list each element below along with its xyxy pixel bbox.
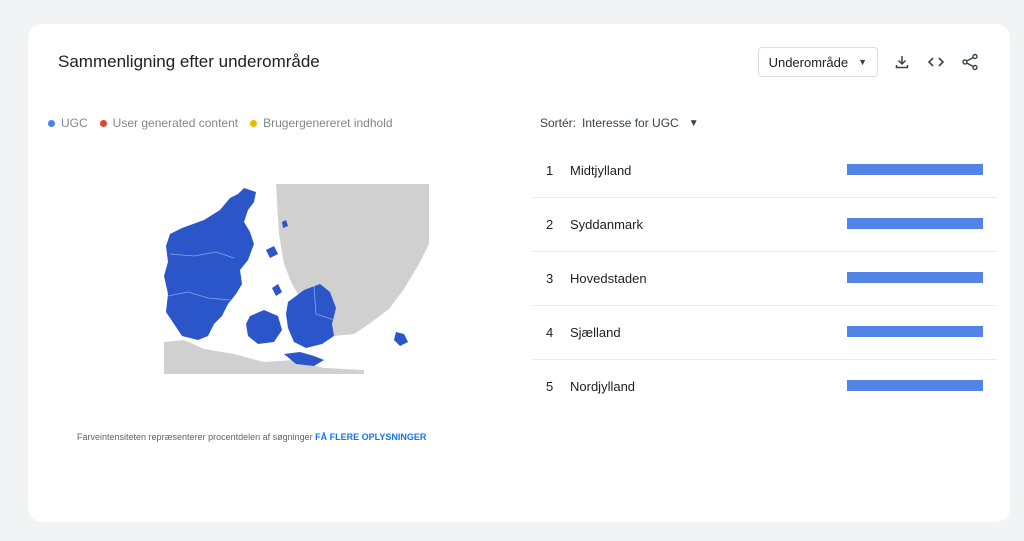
legend-dot	[250, 119, 258, 127]
map-bornholm	[394, 332, 408, 346]
region-name: Syddanmark	[570, 217, 643, 232]
embed-code-icon[interactable]	[926, 52, 946, 72]
caret-down-icon: ▼	[858, 57, 867, 67]
list-item[interactable]: 4 Sjælland	[532, 306, 997, 360]
map-zealand	[286, 284, 336, 348]
interest-bar-fill	[847, 164, 983, 175]
interest-bar	[847, 218, 983, 229]
caption-text: Farveintensiteten repræsenterer procentd…	[77, 432, 313, 442]
sort-control: Sortér: Interesse for UGC ▼	[540, 116, 699, 130]
list-item[interactable]: 5 Nordjylland	[532, 360, 997, 413]
list-item[interactable]: 1 Midtjylland	[532, 144, 997, 198]
interest-bar	[847, 164, 983, 175]
interest-bar-fill	[847, 272, 983, 283]
map-caption: Farveintensiteten repræsenterer procentd…	[77, 432, 426, 442]
interest-bar-fill	[847, 326, 983, 337]
region-name: Nordjylland	[570, 379, 636, 394]
sort-value: Interesse for UGC	[582, 116, 679, 130]
card-title: Sammenligning efter underområde	[58, 52, 320, 71]
sort-label: Sortér:	[540, 116, 577, 130]
region-map[interactable]	[164, 184, 429, 374]
toolbar: Underområde ▼	[757, 46, 980, 78]
rank-number: 5	[546, 379, 554, 394]
share-icon[interactable]	[960, 52, 980, 72]
interest-bar-fill	[847, 218, 983, 229]
region-name: Midtjylland	[570, 163, 632, 178]
legend-item-brugergenereret-indhold: Brugergenereret indhold	[250, 116, 393, 130]
interest-bar-fill	[847, 380, 983, 391]
rank-number: 4	[546, 325, 554, 340]
legend-dot	[99, 119, 107, 127]
subregion-dropdown-label: Underområde	[768, 54, 849, 70]
download-icon[interactable]	[892, 52, 912, 72]
more-info-link[interactable]: FÅ FLERE OPLYSNINGER	[315, 432, 426, 442]
legend-dot	[48, 119, 55, 127]
map-island	[266, 246, 278, 258]
sort-dropdown[interactable]: Interesse for UGC ▼	[582, 116, 699, 130]
legend-item-user-generated-content: User generated content	[99, 116, 239, 130]
map-funen	[246, 310, 282, 344]
comparison-card: Sammenligning efter underområde Underomr…	[28, 24, 1010, 522]
rank-number: 1	[546, 163, 554, 178]
list-item[interactable]: 2 Syddanmark	[532, 198, 997, 252]
legend-label: User generated content	[112, 116, 239, 130]
region-name: Sjælland	[570, 325, 621, 340]
legend-label: UGC	[61, 116, 88, 130]
region-ranking-list: 1 Midtjylland 2 Syddanmark 3 Hovedstaden…	[532, 144, 997, 413]
interest-bar	[847, 326, 983, 337]
region-name: Hovedstaden	[570, 271, 647, 286]
rank-number: 3	[546, 271, 554, 286]
interest-bar	[847, 272, 983, 283]
caret-down-icon: ▼	[688, 117, 699, 129]
interest-bar	[847, 380, 983, 391]
legend: UGC User generated content Brugergenerer…	[48, 116, 393, 130]
legend-label: Brugergenereret indhold	[263, 116, 393, 130]
map-jutland	[164, 188, 256, 340]
subregion-dropdown[interactable]: Underområde ▼	[757, 47, 878, 77]
rank-number: 2	[546, 217, 554, 232]
list-item[interactable]: 3 Hovedstaden	[532, 252, 997, 306]
map-germany	[164, 340, 364, 374]
legend-item-ugc: UGC	[48, 116, 88, 130]
map-island	[272, 284, 282, 296]
